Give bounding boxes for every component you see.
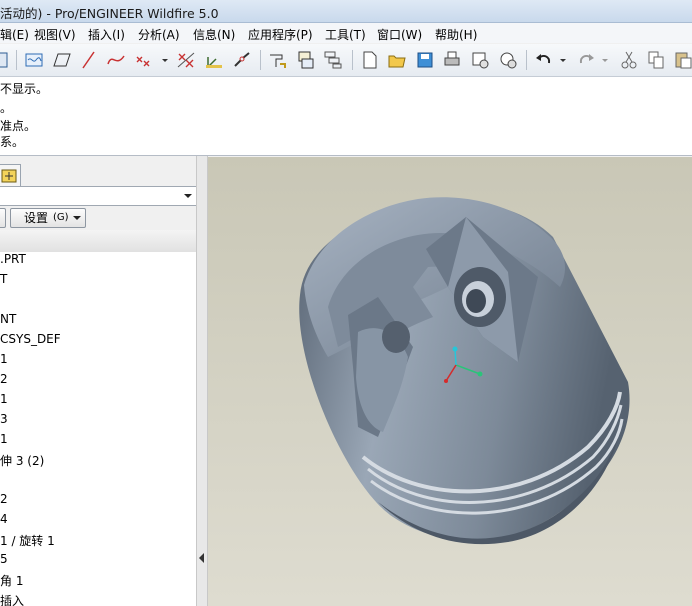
tree-item[interactable]: 插入 [0,592,24,606]
tree-item[interactable]: NT [0,312,16,332]
collapse-arrow-icon[interactable] [197,552,207,564]
mail-icon[interactable] [470,50,490,70]
model-tree-panel: 设置 (G) .PRT T NT CSYS_DEF 1 2 1 3 1 伸 3 … [0,156,206,606]
menu-window[interactable]: 窗口(W) [377,26,422,43]
datum-plane-icon[interactable] [24,50,44,70]
menu-applications[interactable]: 应用程序(P) [248,26,313,43]
csys-icon[interactable] [204,50,224,70]
tree-item[interactable]: 4 [0,512,8,532]
copy-icon[interactable] [646,50,666,70]
message-line: 系。 [0,135,25,149]
message-area: 不显示。 。 准点。 系。 [0,77,692,156]
csys-z-endpoint [444,379,448,383]
tree-item[interactable]: 角 1 [0,572,23,592]
tree-item[interactable]: 2 [0,372,8,392]
print-icon[interactable] [442,50,462,70]
csys-x-endpoint [477,371,483,377]
tree-item[interactable]: 伸 3 (2) [0,452,44,472]
menu-analysis[interactable]: 分析(A) [138,26,180,43]
tree-item[interactable]: 1 / 旋转 1 [0,532,55,552]
undo-icon[interactable] [534,50,554,70]
tree-filter-dropdown[interactable] [0,186,197,206]
mail-recipient-icon[interactable] [498,50,518,70]
layer-icon[interactable] [323,50,343,70]
undo-dropdown-icon[interactable] [558,50,568,70]
tree-item[interactable]: 5 [0,552,8,572]
menu-bar: 辑(E) 视图(V) 插入(I) 分析(A) 信息(N) 应用程序(P) 工具(… [0,23,692,43]
paste-icon[interactable] [673,50,692,70]
sketch-icon[interactable] [79,50,99,70]
toolbar-separator [16,50,17,70]
tree-item[interactable]: 2 [0,492,8,512]
tree-item[interactable]: 1 [0,432,8,452]
model-tree-tab-icon [1,169,17,183]
chevron-down-icon [73,216,81,220]
point-offset-icon[interactable] [176,50,196,70]
tree-item[interactable]: T [0,272,7,292]
open-folder-icon[interactable] [387,50,407,70]
datum-point-icon[interactable] [134,50,154,70]
title-bar: 活动的) - Pro/ENGINEER Wildfire 5.0 [0,0,692,23]
save-icon[interactable] [415,50,435,70]
chevron-down-icon[interactable] [160,50,170,70]
toolbar-separator [352,50,353,70]
chevron-down-icon [184,194,192,198]
message-line: 。 [0,101,13,115]
redo-icon[interactable] [576,50,596,70]
menu-insert[interactable]: 插入(I) [88,26,125,43]
menu-help[interactable]: 帮助(H) [435,26,477,43]
settings-shortcut: G [56,212,65,223]
piston-model[interactable] [208,157,692,606]
menu-info[interactable]: 信息(N) [193,26,235,43]
redo-dropdown-icon[interactable] [600,50,610,70]
new-file-icon[interactable] [360,50,380,70]
menu-edit[interactable]: 辑(E) [0,26,29,43]
toolbar-separator [526,50,527,70]
main-toolbar [0,44,692,77]
message-line: 准点。 [0,119,37,133]
window-title: 活动的) - Pro/ENGINEER Wildfire 5.0 [0,6,219,21]
tree-item[interactable]: CSYS_DEF [0,332,61,352]
model-tree-toggle-icon[interactable] [0,50,10,70]
tree-item[interactable]: 1 [0,352,8,372]
toolbar-separator [260,50,261,70]
view-manager-icon[interactable] [296,50,316,70]
menu-tools[interactable]: 工具(T) [325,26,366,43]
graphics-viewport[interactable] [208,157,692,606]
panel-splitter[interactable] [196,156,208,606]
cut-icon[interactable] [619,50,639,70]
settings-label: 设置 [24,211,49,225]
show-button[interactable] [0,208,6,228]
model-tree: .PRT T NT CSYS_DEF 1 2 1 3 1 伸 3 (2) 2 4… [0,252,196,606]
tree-item[interactable]: .PRT [0,252,26,272]
tree-item[interactable]: 1 [0,392,8,412]
curve-icon[interactable] [106,50,126,70]
analysis-icon[interactable] [232,50,252,70]
menu-view[interactable]: 视图(V) [34,26,76,43]
tree-item[interactable]: 3 [0,412,8,432]
settings-button[interactable]: 设置 (G) [10,208,86,228]
message-line: 不显示。 [0,82,49,96]
model-tree-tab[interactable] [0,164,21,188]
tree-column-header [0,230,196,253]
annotation-icon[interactable] [268,50,288,70]
datum-axis-icon[interactable] [52,50,72,70]
csys-y-endpoint [452,346,458,352]
